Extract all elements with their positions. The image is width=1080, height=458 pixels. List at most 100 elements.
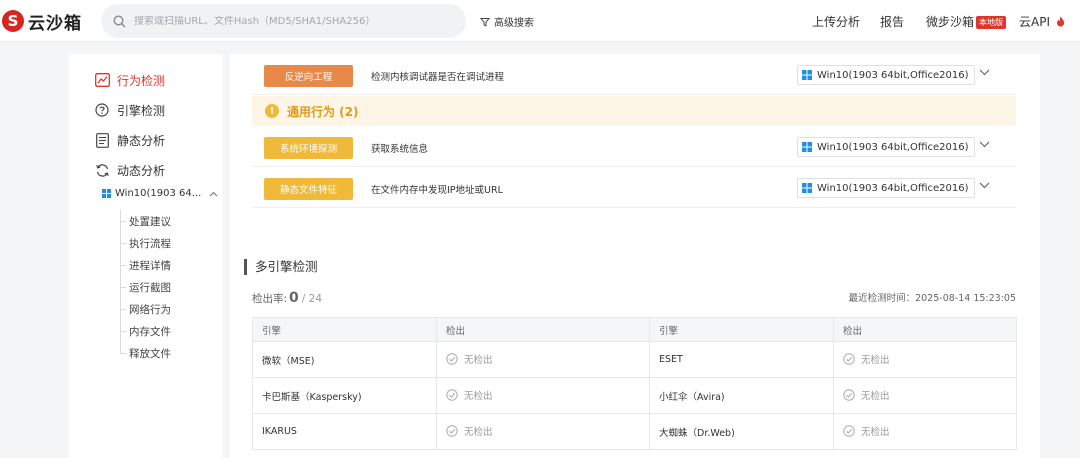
behavior-tag: 系统环境探测 <box>264 137 353 159</box>
engine-name: 小红伞（Avira) <box>649 377 834 414</box>
detection-rate: 检出率: 0 / 24 <box>252 290 322 306</box>
advanced-search-label: 高级搜索 <box>494 18 534 29</box>
detection-status: 无检出 <box>436 413 650 450</box>
sidebar-env-label: Win10(1903 64... <box>115 188 202 199</box>
sidebar-item-label: 行为检测 <box>117 73 166 88</box>
group-header-common-behavior[interactable]: ! 通用行为 (2) <box>252 96 1016 126</box>
nav-upload-analysis[interactable]: 上传分析 <box>812 13 860 30</box>
env-label: Win10(1903 64bit,Office2016) <box>817 141 969 153</box>
sidebar-item-behavior-detection[interactable]: 行为检测 <box>94 70 165 90</box>
check-circle-icon <box>843 424 855 437</box>
filter-icon <box>480 17 490 27</box>
detection-status: 无检出 <box>833 413 1017 450</box>
detection-rate-total: / 24 <box>301 293 323 305</box>
sidebar-sub-item-network-behavior[interactable]: 网络行为 <box>120 302 171 317</box>
sidebar-item-label: 引擎检测 <box>117 103 166 118</box>
top-bar: S 云沙箱 高级搜索 上传分析 报告 微步沙箱本地版 云API <box>0 0 1080 42</box>
column-header-engine: 引擎 <box>649 317 834 342</box>
search-input[interactable] <box>134 15 454 27</box>
logo-mark: S <box>2 10 24 32</box>
detection-status-label: 无检出 <box>861 426 890 438</box>
nav-cloud-api[interactable]: 云API <box>1019 13 1065 30</box>
detection-status-label: 无检出 <box>464 390 493 402</box>
refresh-cycle-icon <box>94 162 110 178</box>
detection-status: 无检出 <box>833 377 1017 414</box>
nav-wb-sandbox[interactable]: 微步沙箱 本地版 <box>926 13 1007 30</box>
logo-text: 云沙箱 <box>28 13 82 34</box>
detection-rate-label: 检出率: <box>252 293 288 305</box>
sidebar-item-label: 静态分析 <box>117 133 166 148</box>
detection-status-label: 无检出 <box>464 426 493 438</box>
check-circle-icon <box>446 424 458 437</box>
env-badge: Win10(1903 64bit,Office2016) <box>797 137 975 157</box>
chevron-down-icon[interactable] <box>979 69 990 76</box>
group-title: 通用行为 (2) <box>287 104 359 119</box>
behavior-row[interactable]: 反逆向工程 检测内核调试器是否在调试进程 Win10(1903 64bit,Of… <box>252 55 1016 95</box>
env-label: Win10(1903 64bit,Office2016) <box>817 69 969 81</box>
search-icon <box>113 14 126 27</box>
behavior-description: 检测内核调试器是否在调试进程 <box>371 72 505 83</box>
windows-icon <box>802 142 812 152</box>
env-badge: Win10(1903 64bit,Office2016) <box>797 178 975 198</box>
windows-icon <box>802 70 812 80</box>
table-row: 卡巴斯基（Kaspersky) 无检出 小红伞（Avira) 无检出 <box>252 377 1017 414</box>
sidebar-sub-item-process-details[interactable]: 进程详情 <box>120 258 171 273</box>
check-circle-icon <box>446 352 458 365</box>
detection-rate-value: 0 <box>289 290 299 306</box>
sidebar-item-static-analysis[interactable]: 静态分析 <box>94 130 165 150</box>
behavior-row[interactable]: 静态文件特征 在文件内存中发现IP地址或URL Win10(1903 64bit… <box>252 168 1016 208</box>
detection-status: 无检出 <box>833 341 1017 378</box>
windows-icon <box>102 189 111 198</box>
behavior-description: 在文件内存中发现IP地址或URL <box>371 185 503 196</box>
nav-cloud-api-label: 云API <box>1019 15 1050 29</box>
search-bar[interactable] <box>101 4 466 38</box>
detection-status-label: 无检出 <box>464 354 493 366</box>
nav-wb-sandbox-label: 微步沙箱 <box>926 15 975 29</box>
behavior-tag: 反逆向工程 <box>264 65 353 87</box>
detection-status: 无检出 <box>436 341 650 378</box>
nav-report[interactable]: 报告 <box>880 13 904 30</box>
check-circle-icon <box>446 388 458 401</box>
logo[interactable]: S 云沙箱 <box>0 8 82 34</box>
behavior-tag: 静态文件特征 <box>264 178 353 200</box>
flame-icon <box>1056 16 1064 27</box>
env-badge: Win10(1903 64bit,Office2016) <box>797 65 975 85</box>
behavior-row[interactable]: 系统环境探测 获取系统信息 Win10(1903 64bit,Office201… <box>252 127 1016 167</box>
sidebar-sub-item-execution-flow[interactable]: 执行流程 <box>120 236 171 251</box>
engine-name: ESET <box>649 341 834 378</box>
chevron-up-icon <box>209 191 218 196</box>
local-version-badge: 本地版 <box>976 16 1007 29</box>
sidebar-sub-item-disposal-advice[interactable]: 处置建议 <box>120 214 171 229</box>
sidebar-sub-item-memory-files[interactable]: 内存文件 <box>120 324 171 339</box>
engine-table: 引擎 检出 引擎 检出 微软（MSE) 无检出 ESET 无检出 卡巴斯基（Ka… <box>252 317 1017 450</box>
chevron-down-icon[interactable] <box>979 182 990 189</box>
sidebar-item-dynamic-analysis[interactable]: 动态分析 <box>94 160 165 180</box>
last-scan-time: 最近检测时间：2025-08-14 15:23:05 <box>848 293 1016 304</box>
table-header-row: 引擎 检出 引擎 检出 <box>252 317 1017 342</box>
column-header-detection: 检出 <box>833 317 1017 342</box>
tree-line <box>120 210 121 354</box>
engine-name: 微软（MSE) <box>252 341 437 378</box>
column-header-engine: 引擎 <box>252 317 437 342</box>
detection-status: 无检出 <box>436 377 650 414</box>
advanced-search-button[interactable]: 高级搜索 <box>480 14 534 29</box>
detection-status-label: 无检出 <box>861 354 890 366</box>
chevron-down-icon[interactable] <box>979 141 990 148</box>
check-circle-icon <box>843 352 855 365</box>
behavior-description: 获取系统信息 <box>371 144 429 155</box>
sidebar-item-label: 动态分析 <box>117 163 166 178</box>
sidebar-sub-item-screenshots[interactable]: 运行截图 <box>120 280 171 295</box>
section-title-multi-engine: 多引擎检测 <box>244 259 318 275</box>
sidebar-item-engine-detection[interactable]: 引擎检测 <box>94 100 165 120</box>
sidebar-sub-item-released-files[interactable]: 释放文件 <box>120 346 171 361</box>
table-row: 微软（MSE) 无检出 ESET 无检出 <box>252 341 1017 378</box>
check-circle-icon <box>843 388 855 401</box>
engine-name: 卡巴斯基（Kaspersky) <box>252 377 437 414</box>
main-content: 反逆向工程 检测内核调试器是否在调试进程 Win10(1903 64bit,Of… <box>230 54 1040 458</box>
engine-name: IKARUS <box>252 413 437 450</box>
table-row: IKARUS 无检出 大蜘蛛（Dr.Web) 无检出 <box>252 413 1017 450</box>
sidebar-env-selector[interactable]: Win10(1903 64... <box>102 188 218 199</box>
question-circle-icon <box>94 102 110 118</box>
detection-status-label: 无检出 <box>861 390 890 402</box>
engine-name: 大蜘蛛（Dr.Web) <box>649 413 834 450</box>
